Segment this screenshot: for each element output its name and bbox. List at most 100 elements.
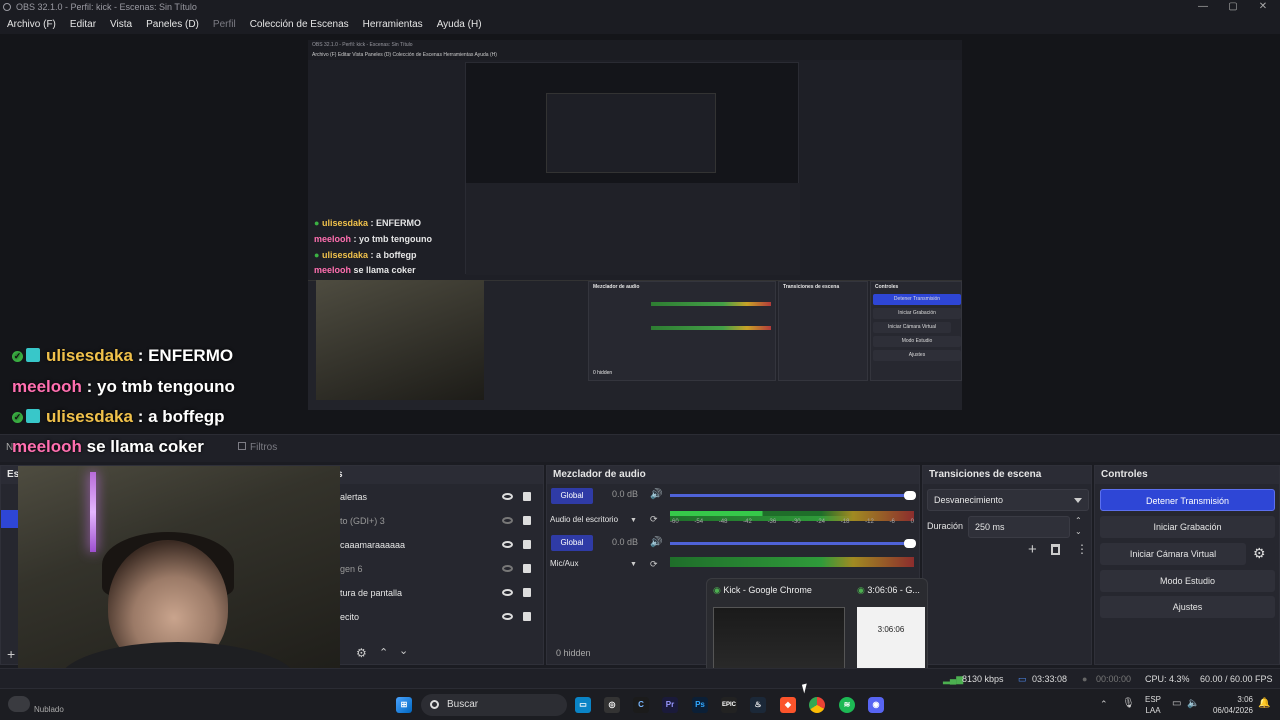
nested-chat-2: meelooh : yo tmb tengouno xyxy=(314,234,433,244)
add-scene-button[interactable]: + xyxy=(7,646,15,662)
menu-coleccion-escenas[interactable]: Colección de Escenas xyxy=(250,19,349,30)
eye-hidden-icon[interactable] xyxy=(502,565,513,572)
source-item[interactable]: to (GDI+) 3 xyxy=(340,511,540,531)
title-bar: OBS 32.1.0 - Perfil: kick - Escenas: Sin… xyxy=(0,0,1280,14)
transition-select[interactable]: Desvanecimiento xyxy=(927,489,1089,511)
studio-mode-button[interactable]: Modo Estudio xyxy=(1100,570,1275,592)
mic-menu-icon[interactable]: ▼ xyxy=(630,561,637,568)
menu-editar[interactable]: Editar xyxy=(70,19,96,30)
source-item[interactable]: caaamaraaaaaa xyxy=(340,535,540,555)
add-transition-button[interactable]: + xyxy=(1028,541,1037,558)
lock-icon[interactable] xyxy=(523,516,531,525)
windows-start-icon[interactable]: ⊞ xyxy=(396,697,412,713)
eye-icon[interactable] xyxy=(502,613,513,620)
webcam-overlay xyxy=(18,466,340,692)
capcut-icon[interactable]: C xyxy=(633,697,649,713)
lock-icon[interactable] xyxy=(523,564,531,573)
filters-button[interactable]: Filtros xyxy=(238,442,277,453)
lock-icon[interactable] xyxy=(523,588,531,597)
source-properties-icon[interactable]: ⚙ xyxy=(356,646,367,660)
menu-ayuda[interactable]: Ayuda (H) xyxy=(437,19,482,30)
obs-taskbar-icon[interactable]: ◎ xyxy=(604,697,620,713)
nested-transitions: Transiciones de escena xyxy=(778,281,868,381)
close-button[interactable]: ✕ xyxy=(1248,0,1278,14)
stream-time: 03:33:08 xyxy=(1032,674,1068,684)
clock-thumbnail[interactable]: 3:06:06 xyxy=(857,607,925,673)
settings-button[interactable]: Ajustes xyxy=(1100,596,1275,618)
menu-archivo[interactable]: Archivo (F) xyxy=(7,19,56,30)
menu-vista[interactable]: Vista xyxy=(110,19,132,30)
taskbar-search[interactable]: Buscar xyxy=(421,694,567,716)
tray-chevron-icon[interactable]: ⌃ xyxy=(1100,699,1108,710)
epic-games-icon[interactable]: EPIC xyxy=(721,697,737,713)
weather-icon[interactable] xyxy=(8,696,30,712)
speaker-icon[interactable]: 🔊 xyxy=(650,537,662,548)
eye-hidden-icon[interactable] xyxy=(502,517,513,524)
stop-stream-button[interactable]: Detener Transmisión xyxy=(1100,489,1275,511)
source-item[interactable]: alertas xyxy=(340,487,540,507)
volume-icon[interactable]: 🔈 xyxy=(1187,698,1199,709)
thumb-title-2[interactable]: ◉ 3:06:06 - G... xyxy=(857,585,920,596)
nested-chat-1: ● ulisesdaka : ENFERMO xyxy=(314,218,421,228)
nested-title: OBS 32.1.0 - Perfil: kick - Escenas: Sin… xyxy=(312,42,413,48)
minimize-button[interactable]: — xyxy=(1188,0,1218,14)
photoshop-icon[interactable]: Ps xyxy=(692,697,708,713)
led-strip xyxy=(90,472,96,552)
desktop-icon[interactable]: ▭ xyxy=(575,697,591,713)
discord-icon[interactable]: ◉ xyxy=(868,697,884,713)
start-virtual-camera-button[interactable]: Iniciar Cámara Virtual xyxy=(1100,543,1246,565)
lock-icon[interactable] xyxy=(523,540,531,549)
nested-webcam xyxy=(316,280,484,400)
duration-down-icon[interactable]: ⌄ xyxy=(1075,527,1082,536)
thumb-title-1[interactable]: ◉ Kick - Google Chrome xyxy=(713,585,812,596)
menu-bar: Archivo (F) Editar Vista Paneles (D) Per… xyxy=(0,14,1280,34)
trash-icon[interactable] xyxy=(1051,544,1060,555)
mic-volume-slider[interactable] xyxy=(670,539,916,548)
audio-mixer-title: Mezclador de audio xyxy=(547,466,919,484)
source-item[interactable]: gen 6 xyxy=(340,559,540,579)
lock-icon[interactable] xyxy=(523,492,531,501)
menu-paneles[interactable]: Paneles (D) xyxy=(146,19,199,30)
move-down-icon[interactable]: ⌄ xyxy=(399,644,408,657)
move-up-icon[interactable]: ⌃ xyxy=(379,646,388,659)
brave-icon[interactable]: ◆ xyxy=(780,697,796,713)
language-indicator[interactable]: ESP LAA xyxy=(1145,694,1161,716)
eye-icon[interactable] xyxy=(502,541,513,548)
kick-thumbnail[interactable] xyxy=(713,607,845,673)
chrome-icon: ◉ xyxy=(857,585,865,595)
audio-properties-icon[interactable]: ⟳ xyxy=(650,514,658,525)
speaker-icon[interactable]: 🔊 xyxy=(650,489,662,500)
gear-icon[interactable]: ⚙ xyxy=(1253,545,1266,562)
program-preview-canvas[interactable]: OBS 32.1.0 - Perfil: kick - Escenas: Sin… xyxy=(308,40,962,410)
lock-icon[interactable] xyxy=(523,612,531,621)
chrome-icon[interactable] xyxy=(809,697,825,713)
slider-knob[interactable] xyxy=(904,491,916,500)
menu-perfil[interactable]: Perfil xyxy=(213,19,236,30)
desktop-audio-menu-icon[interactable]: ▼ xyxy=(630,517,637,524)
verified-icon: ✓ xyxy=(12,412,23,423)
window-title: OBS 32.1.0 - Perfil: kick - Escenas: Sin… xyxy=(16,2,197,12)
steam-icon[interactable]: ♨ xyxy=(750,697,766,713)
search-icon xyxy=(430,700,439,709)
clock[interactable]: 3:06 06/04/2026 xyxy=(1207,694,1253,716)
duration-up-icon[interactable]: ⌃ xyxy=(1075,516,1082,525)
eye-icon[interactable] xyxy=(502,493,513,500)
menu-herramientas[interactable]: Herramientas xyxy=(363,19,423,30)
slider-knob[interactable] xyxy=(904,539,916,548)
maximize-button[interactable]: ▢ xyxy=(1218,0,1248,14)
source-item[interactable]: ecito xyxy=(340,607,540,627)
global-badge: Global xyxy=(551,535,593,551)
notifications-icon[interactable]: 🔔 xyxy=(1258,698,1270,709)
more-options-icon[interactable]: ⋮ xyxy=(1076,542,1088,556)
duration-input[interactable]: 250 ms xyxy=(968,516,1070,538)
start-recording-button[interactable]: Iniciar Grabación xyxy=(1100,516,1275,538)
premiere-icon[interactable]: Pr xyxy=(662,697,678,713)
microphone-icon[interactable]: 🎙 xyxy=(1122,698,1135,709)
spotify-icon[interactable]: ≋ xyxy=(839,697,855,713)
source-item[interactable]: tura de pantalla xyxy=(340,583,540,603)
desktop-audio-volume-slider[interactable] xyxy=(670,491,916,500)
audio-properties-icon[interactable]: ⟳ xyxy=(650,559,658,570)
eye-icon[interactable] xyxy=(502,589,513,596)
network-icon[interactable]: ▭ xyxy=(1172,698,1181,709)
selected-scene[interactable] xyxy=(1,510,19,528)
